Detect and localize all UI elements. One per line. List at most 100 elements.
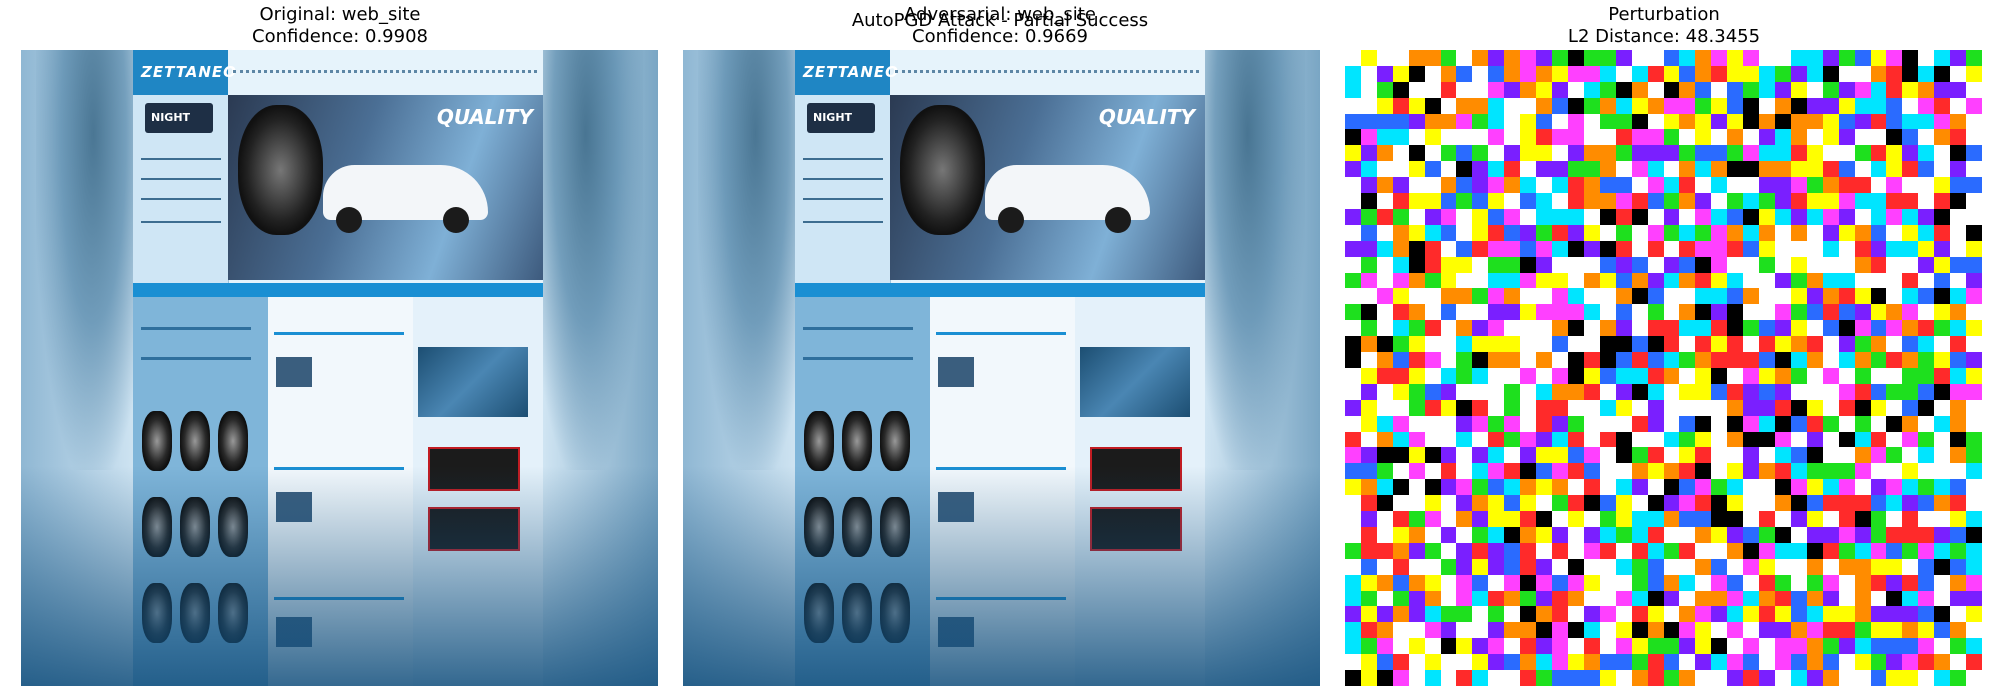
- noise-cell: [1854, 383, 1871, 400]
- noise-cell: [1360, 431, 1377, 448]
- noise-cell: [1774, 399, 1791, 416]
- noise-cell: [1536, 622, 1553, 639]
- noise-cell: [1615, 574, 1632, 591]
- noise-cell: [1345, 495, 1361, 512]
- noise-cell: [1552, 288, 1568, 305]
- noise-cell: [1615, 145, 1632, 162]
- noise-cell: [1854, 50, 1871, 66]
- noise-cell: [1966, 240, 1982, 257]
- noise-cell: [1647, 590, 1664, 607]
- noise-cell: [1456, 161, 1473, 178]
- noise-cell: [1918, 97, 1935, 114]
- noise-cell: [1870, 352, 1887, 368]
- noise-cell: [1647, 463, 1664, 480]
- noise-cell: [1934, 590, 1951, 607]
- noise-cell: [1838, 256, 1855, 273]
- noise-cell: [1520, 399, 1537, 416]
- noise-cell: [1679, 336, 1696, 353]
- noise-cell: [1456, 256, 1473, 273]
- noise-cell: [1822, 558, 1839, 575]
- noise-cell: [1902, 336, 1919, 353]
- noise-cell: [1822, 574, 1839, 591]
- noise-cell: [1918, 193, 1935, 209]
- tire-image: [238, 105, 323, 235]
- noise-cell: [1424, 304, 1441, 321]
- noise-cell: [1727, 113, 1744, 130]
- noise-cell: [1488, 511, 1505, 527]
- noise-cell: [1886, 447, 1903, 464]
- noise-cell: [1615, 129, 1632, 146]
- noise-cell: [1472, 399, 1489, 416]
- noise-cell: [1345, 431, 1361, 448]
- noise-cell: [1376, 399, 1393, 416]
- noise-cell: [1663, 463, 1680, 480]
- noise-cell: [1870, 590, 1887, 607]
- noise-cell: [1902, 256, 1919, 273]
- noise-cell: [1392, 272, 1409, 289]
- noise-cell: [1504, 415, 1521, 432]
- noise-cell: [1663, 383, 1680, 400]
- noise-cell: [1854, 558, 1871, 575]
- noise-cell: [1918, 463, 1935, 480]
- noise-cell: [1376, 670, 1393, 686]
- noise-cell: [1679, 272, 1696, 289]
- noise-cell: [1408, 447, 1425, 464]
- noise-cell: [1806, 336, 1823, 353]
- noise-cell: [1599, 113, 1616, 130]
- noise-cell: [1631, 65, 1648, 82]
- noise-cell: [1408, 383, 1425, 400]
- noise-cell: [1456, 97, 1473, 114]
- noise-cell: [1440, 479, 1457, 496]
- noise-cell: [1966, 495, 1982, 512]
- noise-cell: [1886, 161, 1903, 178]
- noise-cell: [1424, 97, 1441, 114]
- noise-cell: [1966, 383, 1982, 400]
- noise-cell: [1599, 145, 1616, 162]
- noise-cell: [1520, 415, 1537, 432]
- noise-cell: [1711, 526, 1728, 543]
- noise-cell: [1631, 590, 1648, 607]
- noise-cell: [1759, 272, 1775, 289]
- noise-cell: [1472, 367, 1489, 384]
- noise-cell: [1711, 383, 1728, 400]
- noise-cell: [1567, 224, 1584, 241]
- noise-cell: [1567, 495, 1584, 512]
- noise-cell: [1631, 542, 1648, 559]
- noise-cell: [1472, 415, 1489, 432]
- noise-cell: [1743, 336, 1760, 353]
- noise-cell: [1552, 145, 1568, 162]
- noise-cell: [1711, 240, 1728, 257]
- noise-cell: [1456, 654, 1473, 671]
- noise-cell: [1679, 129, 1696, 146]
- noise-cell: [1663, 606, 1680, 623]
- noise-cell: [1759, 193, 1775, 209]
- noise-cell: [1536, 65, 1553, 82]
- noise-cell: [1934, 193, 1951, 209]
- noise-cell: [1838, 240, 1855, 257]
- noise-cell: [1774, 81, 1791, 98]
- noise-cell: [1854, 638, 1871, 655]
- noise-cell: [1376, 590, 1393, 607]
- noise-cell: [1966, 590, 1982, 607]
- noise-cell: [1743, 193, 1760, 209]
- noise-cell: [1743, 558, 1760, 575]
- noise-cell: [1918, 65, 1935, 82]
- noise-cell: [1695, 638, 1712, 655]
- noise-cell: [1567, 208, 1584, 225]
- noise-cell: [1567, 670, 1584, 686]
- noise-cell: [1504, 177, 1521, 194]
- noise-cell: [1536, 511, 1553, 527]
- noise-cell: [1743, 495, 1760, 512]
- noise-cell: [1376, 558, 1393, 575]
- noise-cell: [1790, 495, 1807, 512]
- noise-cell: [1520, 352, 1537, 368]
- noise-cell: [1727, 558, 1744, 575]
- noise-cell: [1504, 479, 1521, 496]
- noise-cell: [1536, 336, 1553, 353]
- noise-cell: [1408, 526, 1425, 543]
- noise-cell: [1822, 495, 1839, 512]
- noise-cell: [1950, 352, 1967, 368]
- noise-cell: [1488, 304, 1505, 321]
- noise-cell: [1679, 622, 1696, 639]
- noise-cell: [1711, 399, 1728, 416]
